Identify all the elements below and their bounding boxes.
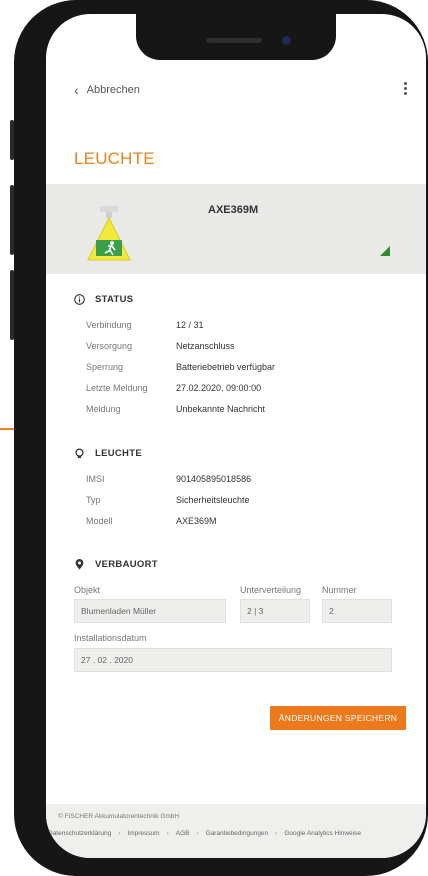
footer-separator: › — [166, 830, 169, 837]
footer-links: Datenschutzerklärung › Impressum › AGB ›… — [48, 830, 361, 837]
leuchte-title: LEUCHTE — [95, 448, 142, 459]
status-key: Versorgung — [86, 341, 133, 351]
status-value: Unbekannte Nachricht — [176, 404, 266, 414]
camera-icon — [282, 36, 291, 45]
footer-separator: › — [196, 830, 199, 837]
leuchte-section-heading: LEUCHTE — [74, 448, 142, 459]
status-value: Netzanschluss — [176, 341, 235, 351]
status-title: STATUS — [95, 294, 134, 305]
verbauort-title: VERBAUORT — [95, 559, 158, 570]
signal-strength-icon — [380, 246, 390, 256]
copyright-text: © FISCHER Akkumulatorentechnik GmbH — [58, 813, 180, 820]
phone-side-button — [10, 185, 14, 255]
footer-link-datenschutz[interactable]: Datenschutzerklärung — [48, 830, 111, 837]
leuchte-value: Sicherheitsleuchte — [176, 495, 250, 505]
phone-side-button — [10, 120, 14, 160]
leuchte-key: IMSI — [86, 474, 105, 484]
status-key: Letzte Meldung — [86, 383, 148, 393]
device-banner: AXE369M — [46, 184, 426, 274]
chevron-left-icon: ‹ — [74, 82, 79, 98]
leuchte-key: Typ — [86, 495, 101, 505]
page-title: LEUCHTE — [74, 149, 155, 168]
installationsdatum-field[interactable]: 27 . 02 . 2020 — [74, 648, 392, 672]
footer-separator: › — [118, 830, 121, 837]
nummer-label: Nummer — [322, 585, 357, 595]
objekt-label: Objekt — [74, 585, 101, 595]
footer-link-impressum[interactable]: Impressum — [127, 830, 159, 837]
leuchte-value: 901405895018586 — [176, 474, 252, 484]
more-menu-icon[interactable] — [404, 82, 408, 95]
status-key: Verbindung — [86, 320, 132, 330]
verbauort-section-heading: VERBAUORT — [74, 559, 158, 570]
app-topbar: ‹ Abbrechen — [46, 82, 426, 102]
back-label: Abbrechen — [86, 84, 140, 96]
nummer-field[interactable]: 2 — [322, 599, 392, 623]
footer-link-agb[interactable]: AGB — [176, 830, 190, 837]
installationsdatum-label: Installationsdatum — [74, 633, 147, 643]
info-icon — [74, 294, 85, 305]
footer: © FISCHER Akkumulatorentechnik GmbH Date… — [46, 804, 426, 858]
status-value: Batteriebetrieb verfügbar — [176, 362, 276, 372]
footer-link-garantie[interactable]: Garantiebedingungen — [206, 830, 269, 837]
status-key: Meldung — [86, 404, 121, 414]
status-value: 27.02.2020, 09:00:00 — [176, 383, 262, 393]
leuchte-value: AXE369M — [176, 516, 217, 526]
location-pin-icon — [75, 559, 84, 570]
app-screen: ‹ Abbrechen LEUCHTE AXE369M STATUS Verbi… — [46, 14, 426, 858]
speaker-grille — [206, 38, 262, 43]
footer-separator: › — [275, 830, 278, 837]
phone-frame: ‹ Abbrechen LEUCHTE AXE369M STATUS Verbi… — [10, 0, 428, 876]
exit-sign-icon — [87, 206, 131, 261]
status-section-heading: STATUS — [74, 294, 133, 305]
phone-notch — [136, 14, 336, 60]
back-button[interactable]: ‹ Abbrechen — [74, 82, 140, 98]
save-changes-button[interactable]: ÄNDERUNGEN SPEICHERN — [270, 706, 406, 730]
leuchte-key: Modell — [86, 516, 113, 526]
status-key: Sperrung — [86, 362, 124, 372]
device-name: AXE369M — [208, 204, 259, 216]
lightbulb-icon — [75, 448, 84, 459]
unterverteilung-field[interactable]: 2 | 3 — [240, 599, 310, 623]
status-value: 12 / 31 — [176, 320, 204, 330]
unterverteilung-label: Unterverteilung — [240, 585, 302, 595]
phone-side-button — [10, 270, 14, 340]
objekt-field[interactable]: Blumenladen Müller — [74, 599, 226, 623]
footer-link-analytics[interactable]: Google Analytics Hinweise — [284, 830, 361, 837]
